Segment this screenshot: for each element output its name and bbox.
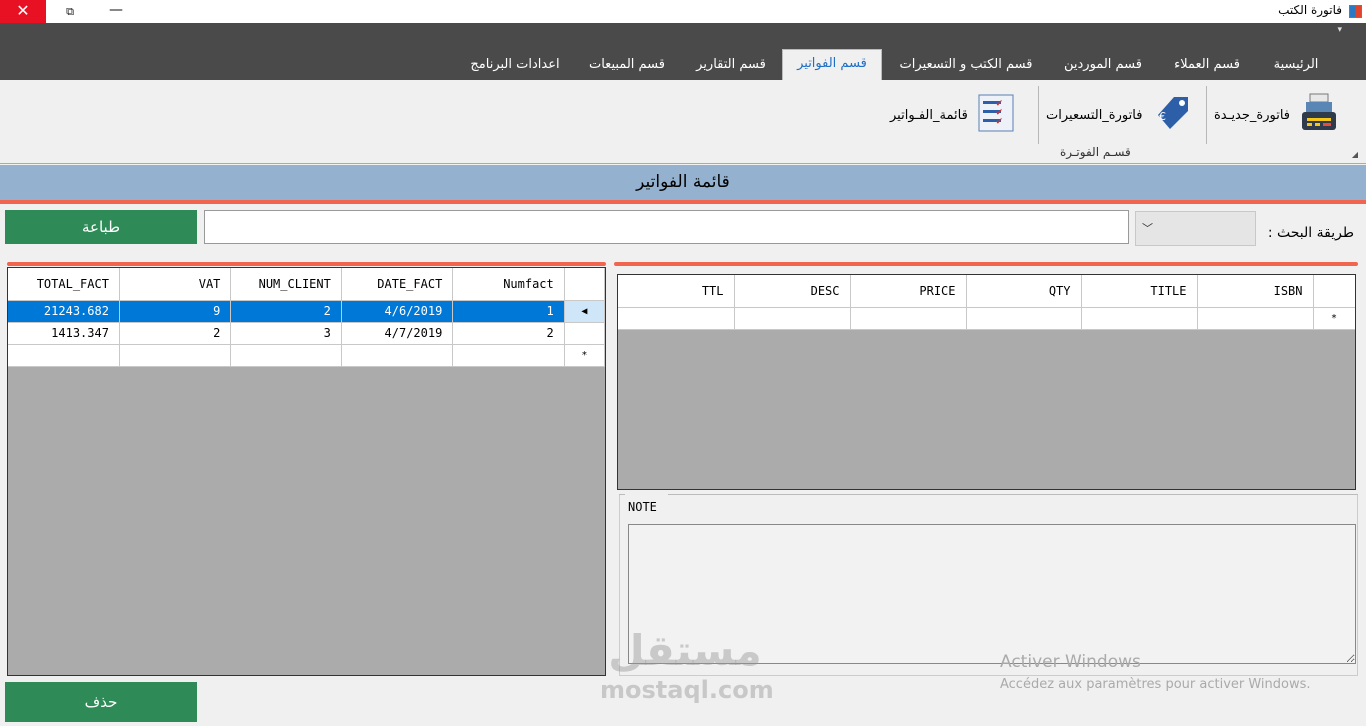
table-header-row: TOTAL_FACT VAT NUM_CLIENT DATE_FACT Numf… [8, 268, 605, 301]
new-row[interactable]: * [8, 344, 605, 367]
cash-register-icon [1298, 92, 1340, 138]
cell-empty[interactable] [1081, 307, 1198, 330]
cell-empty[interactable] [618, 307, 735, 330]
tab-customers[interactable]: قسم العملاء [1160, 51, 1254, 80]
row-header[interactable] [564, 322, 605, 345]
cell-client[interactable]: 2 [230, 300, 342, 323]
cell-empty[interactable] [119, 344, 232, 367]
column-header-vat[interactable]: VAT [119, 268, 232, 301]
table-row[interactable]: 1413.347 2 3 4/7/2019 2 [8, 322, 605, 345]
column-header-isbn[interactable]: ISBN [1197, 275, 1314, 308]
tab-reports[interactable]: قسم التقارير [684, 51, 778, 80]
cell-vat[interactable]: 2 [119, 322, 232, 345]
minimize-button[interactable]: — [96, 0, 136, 23]
column-header-price[interactable]: PRICE [850, 275, 967, 308]
cell-vat[interactable]: 9 [119, 300, 232, 323]
minimize-icon: — [109, 2, 123, 18]
table-header-row: TTL DESC PRICE QTY TITLE ISBN [618, 275, 1355, 308]
ribbon-panel: فاتورة_جديـدة € فاتورة_التسعيرات ✔ ✔ ✔ ق [0, 80, 1366, 164]
svg-text:✔: ✔ [995, 117, 1003, 127]
ribbon-group-label: قسـم الفوتـرة [1060, 145, 1131, 159]
column-header-date[interactable]: DATE_FACT [341, 268, 454, 301]
cell-empty[interactable] [734, 307, 851, 330]
current-row-indicator-icon[interactable]: ◀ [564, 300, 605, 323]
table-row[interactable]: 21243.682 9 2 4/6/2019 1 ◀ [8, 300, 605, 323]
row-header-corner[interactable] [1313, 275, 1355, 308]
row-header-corner[interactable] [564, 268, 605, 301]
cell-empty[interactable] [341, 344, 454, 367]
quick-access-dropdown-icon[interactable]: ▾ [1337, 25, 1342, 35]
activation-notice-title: Activer Windows [1000, 652, 1141, 672]
new-invoice-button[interactable]: فاتورة_جديـدة [1214, 90, 1340, 140]
header-accent-line [0, 200, 1366, 204]
cell-empty[interactable] [230, 344, 342, 367]
column-header-qty[interactable]: QTY [966, 275, 1082, 308]
ribbon-separator [1206, 86, 1207, 144]
cell-empty[interactable] [966, 307, 1082, 330]
cell-date[interactable]: 4/6/2019 [341, 300, 454, 323]
restore-icon: ⧉ [66, 5, 74, 18]
new-invoice-label: فاتورة_جديـدة [1214, 107, 1291, 123]
column-header-desc[interactable]: DESC [734, 275, 851, 308]
cell-client[interactable]: 3 [230, 322, 342, 345]
tab-home[interactable]: الرئيسية [1258, 51, 1334, 80]
column-header-numfact[interactable]: Numfact [452, 268, 565, 301]
chevron-down-icon: ﹀ [1142, 222, 1153, 235]
new-row[interactable]: * [618, 307, 1355, 330]
title-bar: ✕ ⧉ — فاتورة الكتب [0, 0, 1366, 23]
invoices-grid[interactable]: TOTAL_FACT VAT NUM_CLIENT DATE_FACT Numf… [7, 267, 606, 676]
column-header-ttl[interactable]: TTL [618, 275, 735, 308]
group-launcher-icon[interactable]: ◢ [1352, 150, 1358, 159]
ribbon-tab-bar: ▾ الرئيسية قسم العملاء قسم الموردين قسم … [0, 23, 1366, 80]
new-row-marker-icon[interactable]: * [564, 344, 605, 367]
app-icon [1349, 5, 1362, 18]
note-label: NOTE [628, 500, 657, 514]
column-header-client[interactable]: NUM_CLIENT [230, 268, 342, 301]
checklist-icon: ✔ ✔ ✔ [976, 92, 1016, 138]
tab-settings[interactable]: اعدادات البرنامج [460, 51, 570, 80]
watermark-logo: مستقل [608, 626, 762, 675]
tab-books-pricing[interactable]: قسم الكتب و التسعيرات [886, 51, 1046, 80]
column-header-title[interactable]: TITLE [1081, 275, 1198, 308]
cell-total[interactable]: 21243.682 [8, 300, 120, 323]
cell-empty[interactable] [850, 307, 967, 330]
window-title: فاتورة الكتب [1278, 3, 1342, 17]
cell-empty[interactable] [1197, 307, 1314, 330]
cell-numfact[interactable]: 2 [452, 322, 565, 345]
delete-button[interactable]: حذف [5, 682, 197, 722]
note-border [668, 494, 1358, 495]
cell-total[interactable]: 1413.347 [8, 322, 120, 345]
close-icon: ✕ [16, 1, 30, 20]
invoice-details-grid[interactable]: TTL DESC PRICE QTY TITLE ISBN * [617, 274, 1356, 490]
invoice-list-label: قائمة_الفـواتير [890, 107, 968, 123]
grid-accent-line [7, 262, 606, 266]
svg-text:€: € [1159, 110, 1166, 123]
tab-sales[interactable]: قسم المبيعات [574, 51, 680, 80]
watermark-text: mostaql.com [600, 676, 774, 704]
grid-accent-line [614, 262, 1358, 266]
tab-suppliers[interactable]: قسم الموردين [1050, 51, 1156, 80]
search-input[interactable] [204, 210, 1129, 244]
maximize-button[interactable]: ⧉ [50, 0, 90, 23]
column-header-total[interactable]: TOTAL_FACT [8, 268, 120, 301]
activation-notice-text: Accédez aux paramètres pour activer Wind… [1000, 677, 1311, 692]
close-button[interactable]: ✕ [0, 0, 46, 23]
cell-numfact[interactable]: 1 [452, 300, 565, 323]
search-method-select[interactable]: ﹀ [1135, 211, 1256, 246]
print-button[interactable]: طباعة [5, 210, 197, 244]
new-row-marker-icon[interactable]: * [1313, 307, 1355, 330]
cell-empty[interactable] [8, 344, 120, 367]
price-invoice-button[interactable]: € فاتورة_التسعيرات [1046, 90, 1194, 140]
invoice-list-button[interactable]: ✔ ✔ ✔ قائمة_الفـواتير [890, 90, 1016, 140]
tab-invoices[interactable]: قسم الفواتير [782, 49, 882, 80]
note-border [619, 494, 625, 495]
ribbon-separator [1038, 86, 1039, 144]
cell-empty[interactable] [452, 344, 565, 367]
search-method-label: طريقة البحث : [1267, 225, 1354, 241]
price-invoice-label: فاتورة_التسعيرات [1046, 107, 1143, 123]
price-tag-icon: € [1150, 91, 1194, 139]
page-title: قائمة الفواتير [0, 165, 1366, 200]
cell-date[interactable]: 4/7/2019 [341, 322, 454, 345]
